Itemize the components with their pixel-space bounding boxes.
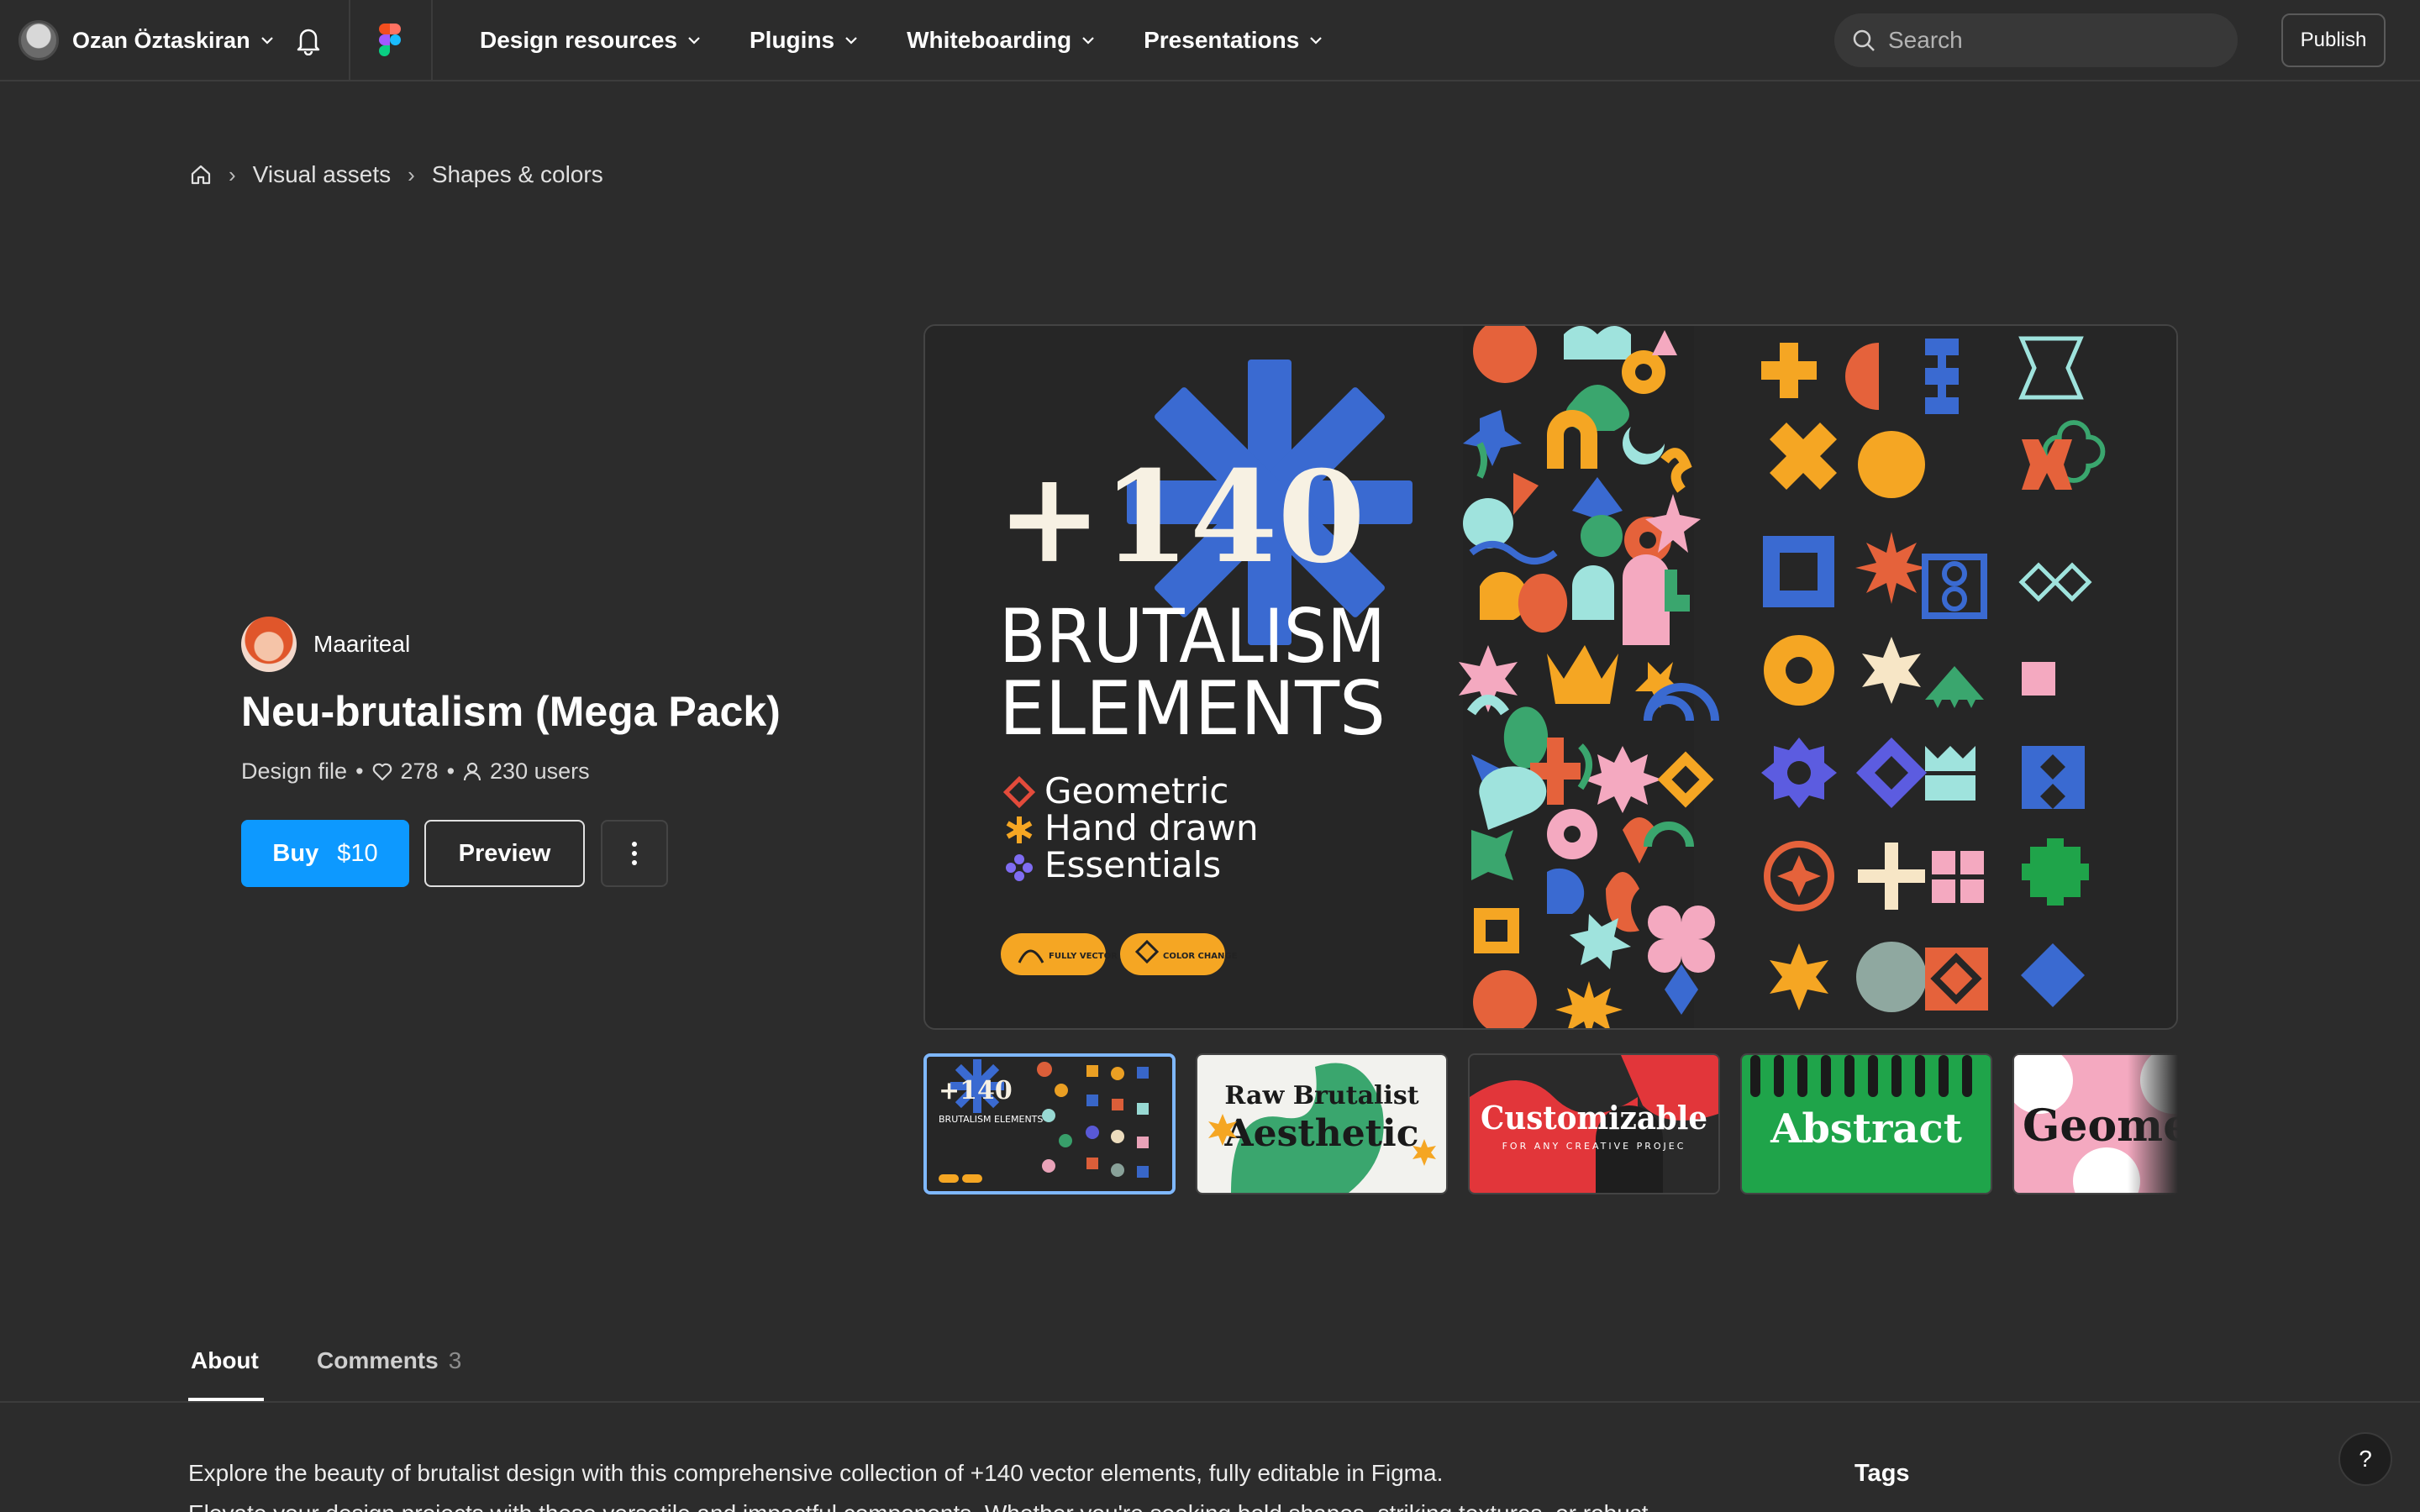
creator-avatar xyxy=(241,617,297,672)
hero-feature: Geometric xyxy=(1044,770,1228,811)
thumb-text: Raw Brutalist xyxy=(1224,1081,1418,1110)
chevron-right-icon: › xyxy=(229,161,236,187)
thumbnail-2[interactable]: Raw Brutalist Aesthetic xyxy=(1196,1053,1448,1194)
publish-button[interactable]: Publish xyxy=(2281,13,2386,67)
users-count: 230 users xyxy=(490,759,590,784)
search-box[interactable] xyxy=(1834,13,2238,67)
thumb-sub: BRUTALISM ELEMENTS xyxy=(939,1114,1043,1125)
avatar xyxy=(18,20,59,60)
nav-link-label: Presentations xyxy=(1144,27,1300,53)
nav-whiteboarding[interactable]: Whiteboarding xyxy=(907,27,1095,54)
buy-label: Buy xyxy=(272,839,319,867)
hero-title-line2: ELEMENTS xyxy=(999,665,1386,752)
thumbnail-strip: +140 BRUTALISM ELEMENTS Raw Brutalist Ae… xyxy=(923,1053,2178,1194)
chevron-down-icon xyxy=(260,37,273,45)
thumbnail-3[interactable]: Customizable FOR ANY CREATIVE PROJEC xyxy=(1468,1053,1720,1194)
product-title: Neu-brutalism (Mega Pack) xyxy=(241,688,781,735)
badge-label: COLOR CHANGE xyxy=(1163,952,1238,961)
user-name: Ozan Öztaskiran xyxy=(72,27,250,53)
separator-dot: • xyxy=(446,759,455,784)
nav-divider xyxy=(431,0,433,81)
search-icon xyxy=(1853,29,1875,51)
nav-links: Design resources Plugins Whiteboarding P… xyxy=(480,23,1371,58)
user-icon xyxy=(463,762,481,780)
more-options-button[interactable] xyxy=(601,820,668,887)
chevron-down-icon xyxy=(688,37,700,45)
thumb-text: Abstract xyxy=(1770,1105,1962,1152)
thumbnail-fade xyxy=(2128,1053,2178,1194)
thumbnail-1[interactable]: +140 BRUTALISM ELEMENTS xyxy=(923,1053,1176,1194)
hand-drawn-shapes xyxy=(1459,326,1719,1028)
help-button[interactable]: ? xyxy=(2338,1432,2392,1486)
creator-name: Maariteal xyxy=(313,631,411,657)
hero-big-number: +140 xyxy=(997,444,1365,591)
tabs-divider xyxy=(0,1401,2420,1403)
chevron-down-icon xyxy=(1310,37,1323,45)
nav-link-label: Design resources xyxy=(480,27,677,53)
user-menu[interactable]: Ozan Öztaskiran xyxy=(18,20,274,60)
top-nav: Ozan Öztaskiran Design resources Plugins… xyxy=(0,0,2420,81)
breadcrumb-shapes-colors[interactable]: Shapes & colors xyxy=(432,161,603,188)
chevron-right-icon: › xyxy=(408,161,415,187)
tab-about[interactable]: About xyxy=(191,1347,259,1374)
breadcrumb: › Visual assets › Shapes & colors xyxy=(190,161,603,188)
thumb-text: +140 xyxy=(939,1076,1013,1105)
thumb-sub: Aesthetic xyxy=(1223,1112,1418,1155)
badge-label: FULLY VECTOR xyxy=(1049,952,1118,961)
breadcrumb-visual-assets[interactable]: Visual assets xyxy=(253,161,391,188)
buy-button[interactable]: Buy $10 xyxy=(241,820,409,887)
product-meta: Design file • 278 • 230 users xyxy=(241,759,590,785)
tags-heading: Tags xyxy=(1854,1460,1910,1487)
likes-count: 278 xyxy=(400,759,439,784)
thumb-text: Customizable xyxy=(1481,1099,1707,1137)
hero-features: Geometric Hand drawn Essentials xyxy=(1002,770,1259,885)
bell-icon[interactable] xyxy=(294,25,323,55)
tab-comments-label: Comments xyxy=(317,1347,439,1373)
thumb-sub: FOR ANY CREATIVE PROJEC xyxy=(1502,1141,1686,1152)
product-type: Design file xyxy=(241,759,348,784)
figma-logo-icon[interactable] xyxy=(379,24,401,57)
tab-comments[interactable]: Comments 3 xyxy=(317,1347,461,1374)
nav-presentations[interactable]: Presentations xyxy=(1144,27,1323,54)
search-input[interactable] xyxy=(1888,27,2207,54)
comments-count: 3 xyxy=(448,1347,462,1373)
home-icon[interactable] xyxy=(190,164,212,186)
separator-dot: • xyxy=(355,759,364,784)
price: $10 xyxy=(337,839,378,867)
nav-design-resources[interactable]: Design resources xyxy=(480,27,701,54)
about-paragraph: Elevate your design projects with these … xyxy=(188,1500,1649,1512)
hero-feature: Hand drawn xyxy=(1044,807,1259,848)
heart-icon[interactable] xyxy=(372,763,392,781)
nav-plugins[interactable]: Plugins xyxy=(750,27,858,54)
about-paragraph: Explore the beauty of brutalist design w… xyxy=(188,1460,1444,1486)
creator[interactable]: Maariteal xyxy=(241,617,410,672)
nav-link-label: Plugins xyxy=(750,27,835,53)
nav-divider xyxy=(349,0,350,81)
hero-feature: Essentials xyxy=(1044,844,1221,885)
more-vertical-icon xyxy=(632,842,637,865)
hero-image[interactable]: +140 BRUTALISM ELEMENTS Geometric Hand d… xyxy=(923,324,2178,1030)
nav-link-label: Whiteboarding xyxy=(907,27,1072,53)
chevron-down-icon xyxy=(845,37,857,45)
thumbnail-4[interactable]: Abstract xyxy=(1740,1053,1992,1194)
chevron-down-icon xyxy=(1082,37,1094,45)
preview-button[interactable]: Preview xyxy=(424,820,585,887)
